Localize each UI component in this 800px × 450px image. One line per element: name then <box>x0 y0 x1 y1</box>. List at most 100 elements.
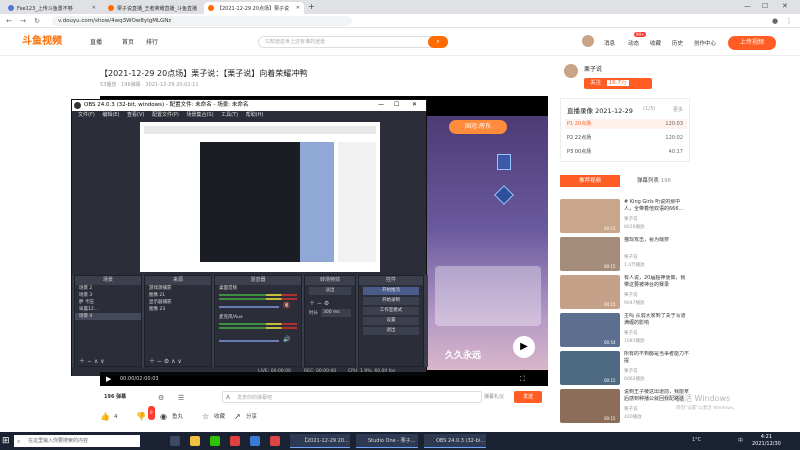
recording-item[interactable]: P1 20点场 120:03 <box>565 119 687 129</box>
collect-icon[interactable]: ☆ <box>202 410 209 424</box>
nav-home[interactable]: 首页 <box>122 37 134 46</box>
video-card[interactable]: 00:54 主吗 从弱大家到了关于写道 满缠的影响 栗子说 1081播放 <box>560 313 690 348</box>
source-controls[interactable]: ＋ − ⚙ ∧ ∨ <box>149 356 182 365</box>
nav-rank[interactable]: 排行 <box>146 37 158 46</box>
menu-icon[interactable]: ⋮ <box>784 16 794 26</box>
video-card[interactable]: 00:15 猫现攻击，看为哉奈 栗子说 1.4万播放 <box>560 237 690 272</box>
obs-menu-item[interactable]: 场景集合(S) <box>186 112 213 118</box>
taskbar-app-chrome[interactable]: 【2021-12-29 20... <box>290 434 350 448</box>
browser-tab-active[interactable]: 【2021-12-29 20点场】栗子说 ✕ <box>204 2 304 14</box>
source-item[interactable]: 图像 21 <box>145 292 211 299</box>
back-icon[interactable]: ← <box>4 16 14 26</box>
nav-creator[interactable]: 创作中心 <box>694 39 716 47</box>
input-language[interactable]: 中 <box>738 437 743 444</box>
scene-item-selected[interactable]: 场景 4 <box>75 313 141 320</box>
danmu-input[interactable]: 发表你的弹幕吧 <box>222 391 482 403</box>
duration-input[interactable]: 300 ms <box>321 309 351 317</box>
reload-icon[interactable]: ↻ <box>32 16 42 26</box>
scene-item[interactable]: 场景 3 <box>75 292 141 299</box>
play-icon[interactable]: ▶ <box>513 336 535 358</box>
windows-start-icon[interactable]: ⊞ <box>2 436 12 446</box>
obs-menu-item[interactable]: 编辑(E) <box>102 112 119 118</box>
obs-menu-item[interactable]: 文件(F) <box>78 112 95 118</box>
collect-label[interactable]: 收藏 <box>214 410 225 424</box>
app-icon[interactable] <box>250 436 260 446</box>
avatar[interactable] <box>582 35 594 47</box>
browser-tab[interactable]: 栗子说直播_王者荣耀直播_斗鱼直播 ✕ <box>104 2 200 14</box>
maximize-icon[interactable]: ☐ <box>762 2 768 10</box>
obs-menu-item[interactable]: 帮助(H) <box>246 112 264 118</box>
window-close-icon[interactable]: ✕ <box>782 2 788 10</box>
play-icon[interactable]: ▶ <box>106 372 111 386</box>
follow-button[interactable]: 关注 16.7万 <box>584 78 652 89</box>
mute-icon[interactable]: 🔇 <box>283 302 290 309</box>
search-icon[interactable]: ⌕ <box>428 36 448 48</box>
studio-mode-button[interactable]: 工作室模式 <box>363 307 419 315</box>
nav-collect[interactable]: 收藏 <box>650 39 661 47</box>
url-input[interactable]: v.douyu.com/show/4wq3WOw8yIgMLGNz <box>52 16 352 26</box>
volume-slider[interactable] <box>219 306 279 308</box>
minimize-icon[interactable]: — <box>378 101 384 108</box>
nav-live[interactable]: 直播 <box>90 37 102 46</box>
anchor-name[interactable]: 栗子说 <box>584 64 602 73</box>
taskbar-search-input[interactable]: 在这里输入你要搜索的内容 <box>14 435 140 447</box>
close-icon[interactable]: ✕ <box>296 5 300 11</box>
wechat-icon[interactable] <box>210 436 220 446</box>
taskbar-clock[interactable]: 4:21 2021/12/30 <box>752 434 781 448</box>
task-view-icon[interactable] <box>170 436 180 446</box>
obs-window[interactable]: OBS 24.0.3 (32-bit, windows) - 配置文件: 未命名… <box>71 99 428 376</box>
new-tab-icon[interactable]: + <box>308 2 315 11</box>
nav-feed[interactable]: 动态 <box>628 39 639 47</box>
speaker-icon[interactable]: 🔊 <box>283 336 290 343</box>
close-icon[interactable]: ✕ <box>92 5 96 11</box>
video-card[interactable]: 00:15 所有的不到都是当事者能力不提 栗子说 6062播放 <box>560 351 690 386</box>
fish-label[interactable]: 鱼丸 <box>172 410 183 424</box>
source-item[interactable]: 显示器捕获 <box>145 299 211 306</box>
recordings-more[interactable]: 更多 <box>673 106 683 113</box>
video-card[interactable]: 00:15 说到王子棱这出道前，我能拿后感到种播公就回我配路话 栗子说 420播… <box>560 389 690 424</box>
tab-danmu[interactable]: 弹幕列表 196 <box>624 175 684 187</box>
fullscreen-icon[interactable]: ⛶ <box>520 372 525 386</box>
exit-button[interactable]: 退出 <box>363 327 419 335</box>
recording-item[interactable]: P3 00点场 40:17 <box>565 147 687 157</box>
maximize-icon[interactable]: ☐ <box>394 101 399 108</box>
transition-add-remove[interactable]: ＋ − ⚙ <box>309 298 329 307</box>
source-item[interactable]: 图像 23 <box>145 306 211 313</box>
nav-messages[interactable]: 消息 <box>604 39 615 47</box>
site-logo[interactable]: 斗鱼视频 <box>22 34 80 50</box>
danmu-etiquette[interactable]: 弹幕礼仪 <box>484 391 504 403</box>
obs-menu-item[interactable]: 配置文件(P) <box>152 112 179 118</box>
scene-item[interactable]: 场景 2 <box>75 285 141 292</box>
start-stream-button[interactable]: 开始推流 <box>363 287 419 295</box>
browser-tab[interactable]: Fee123_上传斗鱼置不够 ✕ <box>4 2 100 14</box>
text-style-icon[interactable]: A <box>226 392 230 404</box>
source-item[interactable]: 游戏源捕获 <box>145 285 211 292</box>
dislike-icon[interactable]: 👎 <box>136 410 146 424</box>
app-icon[interactable] <box>270 436 280 446</box>
upload-button[interactable]: 上传视频 <box>728 36 776 50</box>
volume-slider[interactable] <box>219 340 279 342</box>
obs-menu-item[interactable]: 工具(T) <box>221 112 238 118</box>
fish-ball-icon[interactable]: ◉ <box>160 410 167 424</box>
anchor-avatar[interactable] <box>564 64 578 78</box>
minimize-icon[interactable]: — <box>744 2 751 10</box>
danmu-toggle-icon[interactable]: ⚙ <box>158 392 164 404</box>
nav-history[interactable]: 历史 <box>672 39 683 47</box>
danmu-filter-icon[interactable]: ☰ <box>178 392 184 404</box>
settings-button[interactable]: 设置 <box>363 317 419 325</box>
like-icon[interactable]: 👍 <box>100 410 110 424</box>
scene-controls[interactable]: ＋ − ∧ ∨ <box>79 356 105 365</box>
forward-icon[interactable]: → <box>18 16 28 26</box>
obs-preview[interactable] <box>140 122 380 272</box>
taskbar-app-obs[interactable]: OBS 24.0.3 (32-bi... <box>424 434 486 448</box>
app-icon[interactable] <box>230 436 240 446</box>
tab-recommend[interactable]: 推荐视频 <box>560 175 620 187</box>
obs-menu-item[interactable]: 查看(V) <box>127 112 144 118</box>
file-explorer-icon[interactable] <box>190 436 200 446</box>
share-icon[interactable]: ↗ <box>234 410 241 424</box>
taskbar-app-studio-one[interactable]: Studio One - 栗子... <box>356 434 418 448</box>
close-icon[interactable]: ✕ <box>412 101 417 108</box>
video-card[interactable]: 00:15 有人说，20届超神便做，我带这要被神台的赛录 栗子说 9047播放 <box>560 275 690 310</box>
transition-select[interactable]: 淡出 <box>309 287 351 295</box>
start-record-button[interactable]: 开始录制 <box>363 297 419 305</box>
